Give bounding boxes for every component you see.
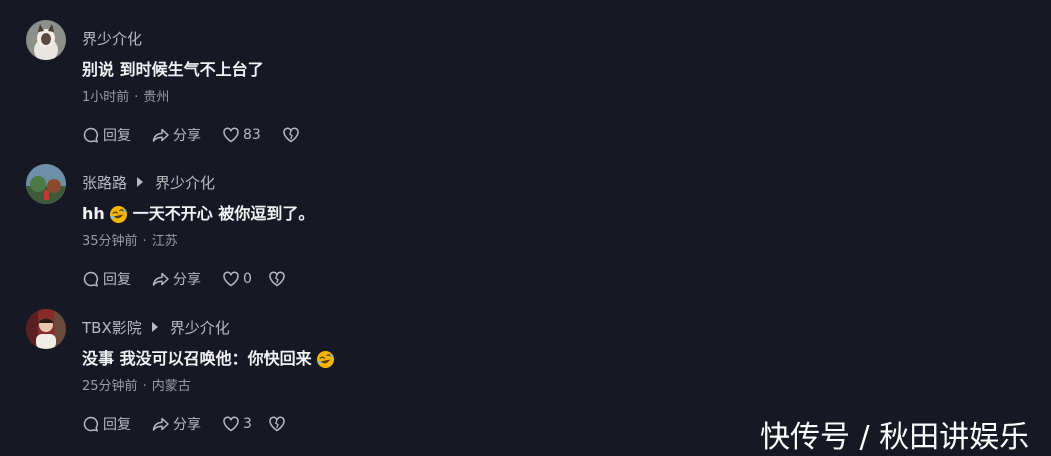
reply-to-name[interactable]: 界少介化 (170, 317, 230, 338)
dislike-button[interactable] (282, 126, 300, 144)
reply-button[interactable]: 回复 (82, 125, 131, 145)
share-arrow-icon (152, 272, 169, 286)
share-label: 分享 (173, 272, 201, 288)
meta-separator: · (142, 379, 147, 394)
comment-time: 35分钟前 (82, 234, 138, 249)
comment-header: 界少介化 (82, 27, 142, 49)
share-button[interactable]: 分享 (152, 269, 201, 289)
author-name[interactable]: TBX影院 (82, 317, 142, 338)
reply-arrow-icon (151, 322, 158, 332)
comment-meta: 1小时前 · 贵州 (82, 86, 169, 105)
comment-item: 张路路 界少介化 hh 一天不开心 被你逗到了。 35分钟前 · 江苏 回复 分享 … (0, 144, 1051, 289)
avatar[interactable] (26, 20, 66, 60)
comment-bubble-icon (83, 127, 99, 143)
heart-icon (223, 271, 239, 287)
like-button[interactable]: 83 (222, 126, 261, 144)
landscape-avatar-icon (26, 164, 66, 204)
broken-heart-icon (283, 127, 299, 143)
reply-button[interactable]: 回复 (82, 414, 131, 434)
comment-text-continued: 一天不开心 被你逗到了。 (132, 204, 315, 223)
reply-label: 回复 (103, 417, 131, 433)
like-count: 83 (243, 127, 261, 143)
comment-text-content: 没事 我没可以召唤他：你快回来 (82, 349, 312, 368)
comment-item: 界少介化 别说 到时候生气不上台了 1小时前 · 贵州 回复 分享 83 (0, 0, 1051, 145)
comment-location: 江苏 (151, 234, 178, 249)
like-count: 0 (243, 271, 252, 287)
comment-time: 1小时前 (82, 90, 130, 105)
heart-icon (223, 127, 239, 143)
share-label: 分享 (173, 128, 201, 144)
share-button[interactable]: 分享 (152, 414, 201, 434)
comment-meta: 35分钟前 · 江苏 (82, 230, 178, 249)
like-count: 3 (243, 416, 252, 432)
rolling-on-floor-laughing-emoji (316, 350, 335, 369)
share-button[interactable]: 分享 (152, 125, 201, 145)
share-arrow-icon (152, 128, 169, 142)
comment-location: 内蒙古 (151, 379, 191, 394)
comment-meta: 25分钟前 · 内蒙古 (82, 375, 191, 394)
like-button[interactable]: 3 (222, 415, 252, 433)
comment-text: hh 一天不开心 被你逗到了。 (82, 202, 314, 226)
author-name[interactable]: 界少介化 (82, 28, 142, 49)
broken-heart-icon (269, 271, 285, 287)
avatar[interactable] (26, 309, 66, 349)
comment-text: 别说 到时候生气不上台了 (82, 58, 264, 82)
reply-button[interactable]: 回复 (82, 269, 131, 289)
author-name[interactable]: 张路路 (82, 172, 127, 193)
comment-text-content: 别说 到时候生气不上台了 (82, 60, 264, 79)
comment-header: 张路路 界少介化 (82, 171, 215, 193)
like-button[interactable]: 0 (222, 270, 252, 288)
reply-label: 回复 (103, 128, 131, 144)
dislike-button[interactable] (268, 415, 286, 433)
person-avatar-icon (26, 309, 66, 349)
reply-arrow-icon (137, 177, 144, 187)
comment-text-content: hh (82, 204, 105, 223)
share-arrow-icon (152, 417, 169, 431)
heart-icon (223, 416, 239, 432)
cat-avatar-icon (26, 20, 66, 60)
dislike-button[interactable] (268, 270, 286, 288)
share-label: 分享 (173, 417, 201, 433)
meta-separator: · (142, 234, 147, 249)
watermark: 快传号 / 秋田讲娱乐 (760, 420, 1030, 455)
reply-to-name[interactable]: 界少介化 (155, 172, 215, 193)
rolling-on-floor-laughing-emoji (109, 205, 128, 224)
comment-bubble-icon (83, 271, 99, 287)
meta-separator: · (134, 90, 139, 105)
comment-location: 贵州 (143, 90, 170, 105)
reply-label: 回复 (103, 272, 131, 288)
comment-time: 25分钟前 (82, 379, 138, 394)
comment-actions: 回复 分享 3 (82, 413, 286, 435)
comment-actions: 回复 分享 0 (82, 268, 286, 290)
comment-text: 没事 我没可以召唤他：你快回来 (82, 347, 340, 371)
avatar[interactable] (26, 164, 66, 204)
broken-heart-icon (269, 416, 285, 432)
comment-header: TBX影院 界少介化 (82, 316, 230, 338)
comment-bubble-icon (83, 416, 99, 432)
comment-actions: 回复 分享 83 (82, 124, 300, 146)
